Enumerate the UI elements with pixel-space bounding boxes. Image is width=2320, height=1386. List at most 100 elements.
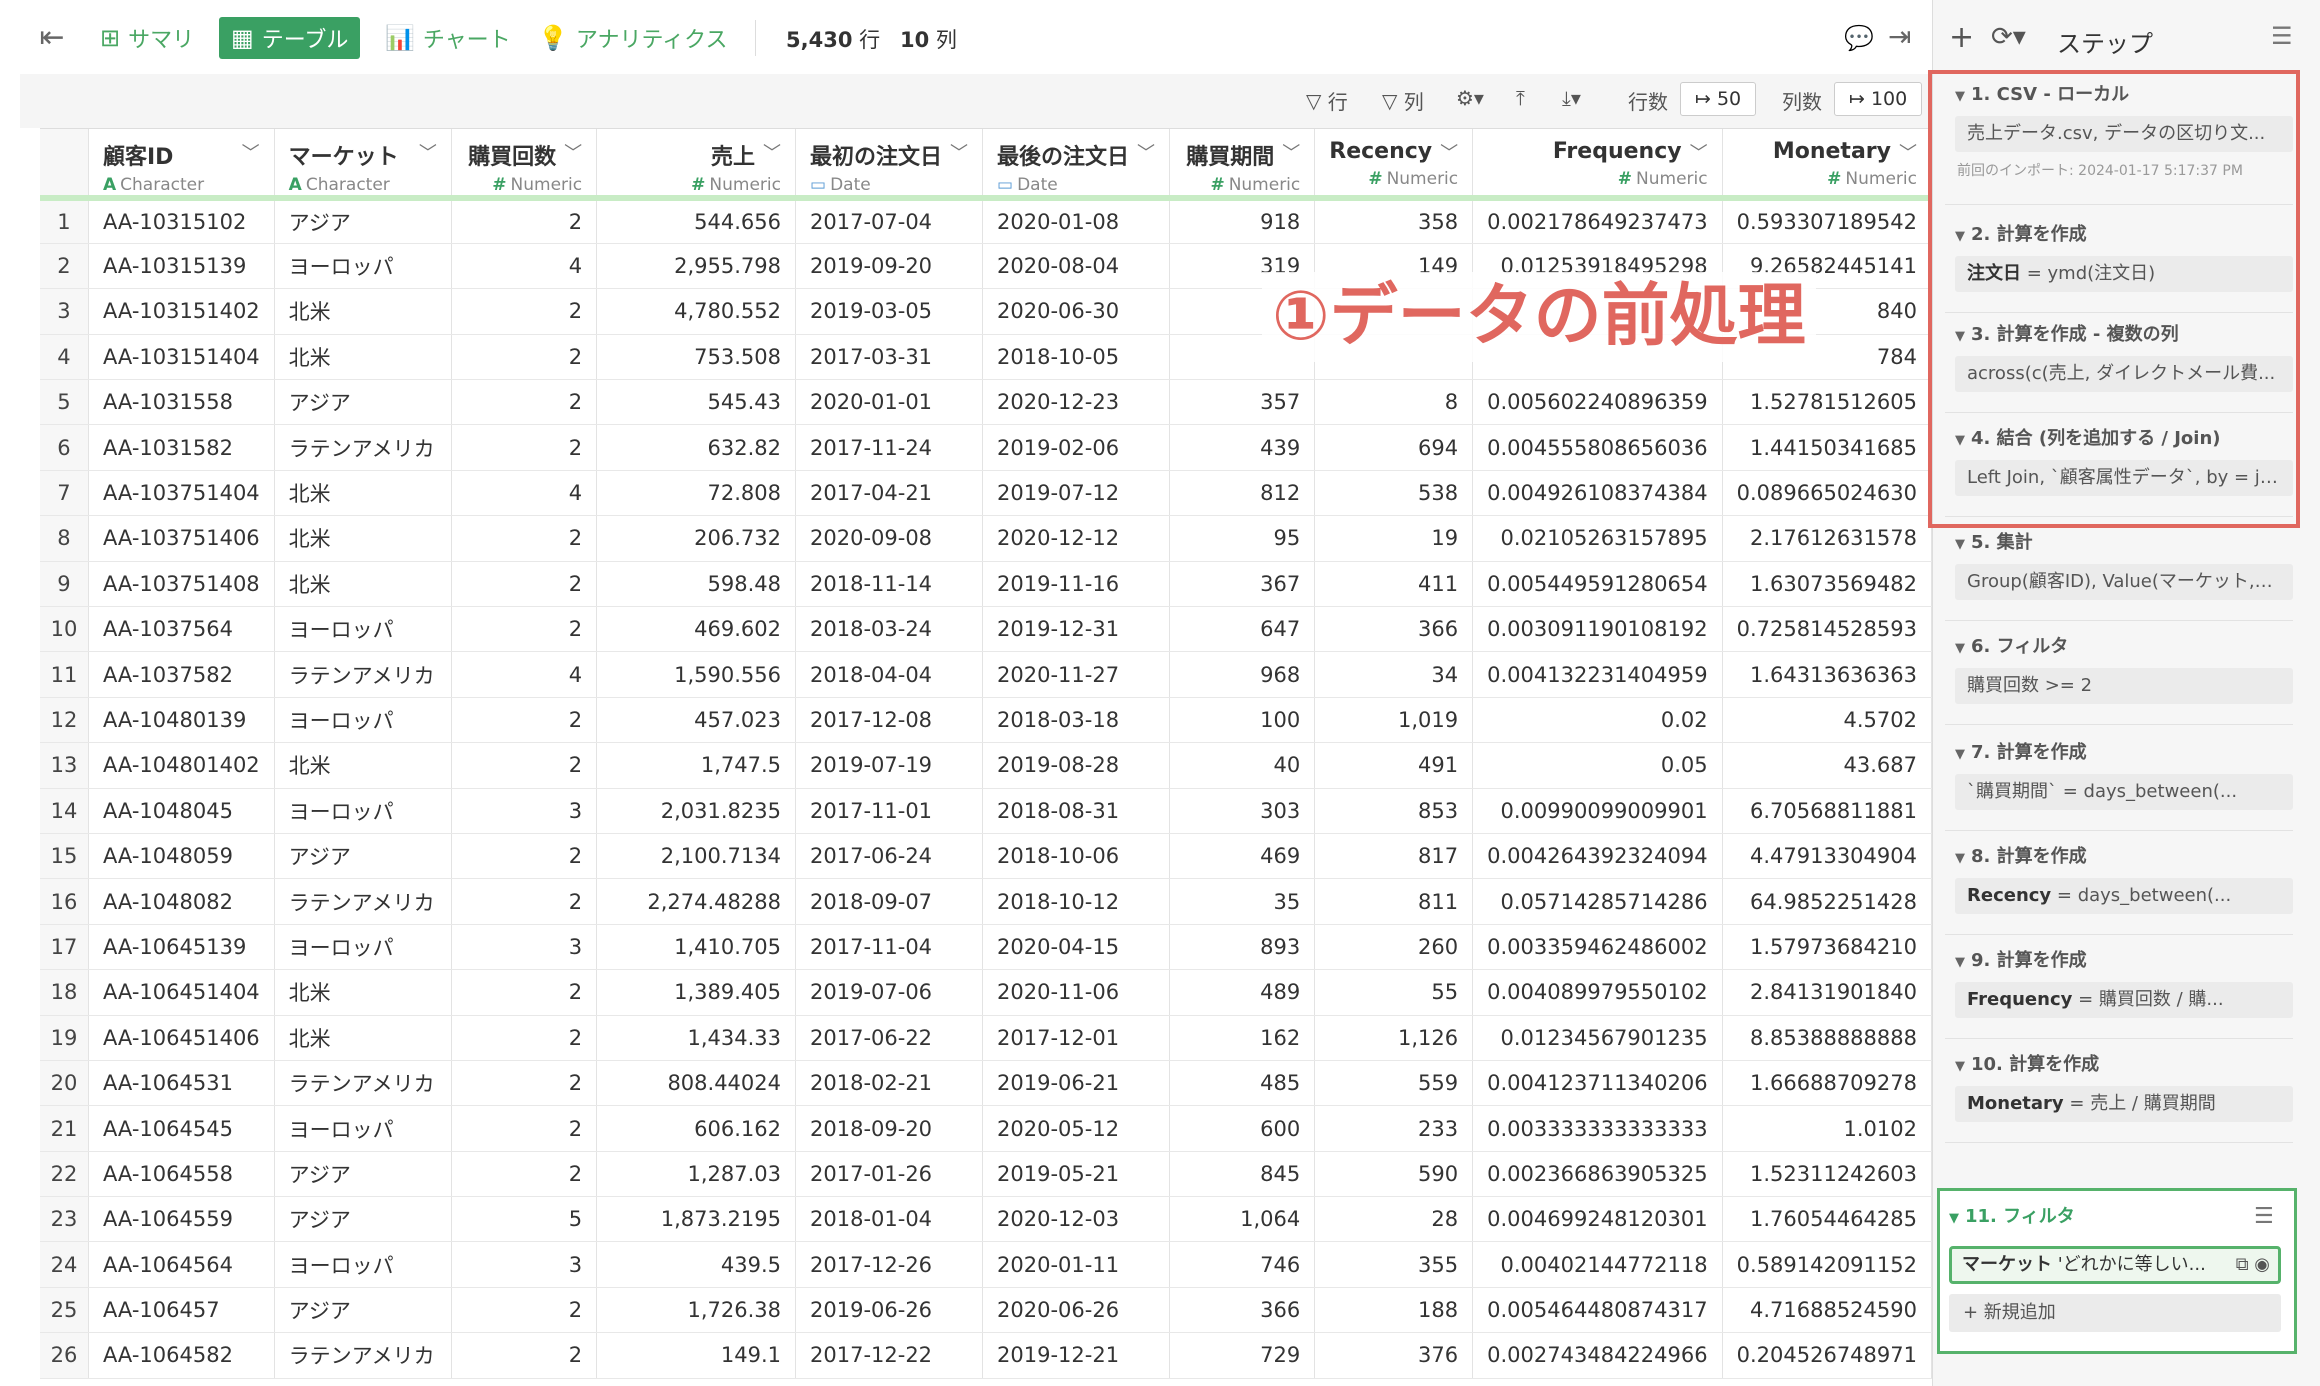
- table-cell[interactable]: 559: [1314, 1060, 1474, 1107]
- table-cell[interactable]: 2017-07-04: [795, 198, 984, 244]
- table-cell[interactable]: 1,590.556: [596, 651, 796, 698]
- chevron-down-icon[interactable]: ﹀: [1690, 139, 1708, 165]
- table-cell[interactable]: 2020-06-30: [982, 288, 1171, 335]
- table-cell[interactable]: 968: [1169, 651, 1316, 698]
- table-cell[interactable]: 366: [1169, 1287, 1316, 1334]
- table-cell[interactable]: 2: [451, 742, 598, 789]
- table-cell[interactable]: 北米: [274, 561, 452, 608]
- table-cell[interactable]: 2: [451, 969, 598, 1016]
- step-summary[interactable]: Frequency = 購買回数 / 購...: [1955, 982, 2293, 1018]
- table-cell[interactable]: 2019-07-19: [795, 742, 984, 789]
- table-cell[interactable]: 0.004089979550102: [1472, 969, 1723, 1016]
- table-cell[interactable]: 3: [451, 924, 598, 971]
- table-cell[interactable]: 2018-11-14: [795, 561, 984, 608]
- table-cell[interactable]: 2020-01-08: [982, 198, 1171, 244]
- table-cell[interactable]: AA-106451404: [88, 969, 275, 1016]
- table-cell[interactable]: 1.57973684210: [1722, 924, 1932, 971]
- table-cell[interactable]: 303: [1169, 788, 1316, 834]
- table-cell[interactable]: 0.004555808656036: [1472, 424, 1723, 471]
- table-cell[interactable]: 1,287.03: [596, 1151, 796, 1198]
- table-cell[interactable]: 489: [1169, 969, 1316, 1016]
- hamburger-menu-icon[interactable]: ☰: [2254, 1204, 2274, 1229]
- table-cell[interactable]: 北米: [274, 470, 452, 517]
- table-cell[interactable]: 2020-09-08: [795, 515, 984, 562]
- table-cell[interactable]: AA-106457: [88, 1287, 275, 1334]
- table-cell[interactable]: 1.76054464285: [1722, 1196, 1932, 1243]
- table-cell[interactable]: 100: [1169, 697, 1316, 744]
- table-cell[interactable]: 0.00990099009901: [1472, 788, 1723, 834]
- table-row[interactable]: 25 AA-106457 アジア 2 1,726.38 2019-06-26 2020-06…: [40, 1287, 1932, 1334]
- step-item[interactable]: ▼ 6. フィルタ 購買回数 >= 2: [1945, 632, 2303, 704]
- column-header[interactable]: Monetary ﹀ # Numeric: [1722, 129, 1932, 201]
- table-cell[interactable]: 694: [1314, 424, 1474, 471]
- table-row[interactable]: 17 AA-10645139 ヨーロッパ 3 1,410.705 2017-11-04 20…: [40, 924, 1932, 971]
- table-cell[interactable]: 0.05: [1472, 742, 1723, 789]
- table-cell[interactable]: 491: [1314, 742, 1474, 789]
- table-cell[interactable]: 457.023: [596, 697, 796, 744]
- table-cell[interactable]: 0.004926108374384: [1472, 470, 1723, 517]
- table-cell[interactable]: 北米: [274, 515, 452, 562]
- table-cell[interactable]: 2018-10-06: [982, 833, 1171, 880]
- table-row[interactable]: 20 AA-1064531 ラテンアメリカ 2 808.44024 2018-02-21 2…: [40, 1060, 1932, 1107]
- table-row[interactable]: 13 AA-104801402 北米 2 1,747.5 2019-07-19 2019-0…: [40, 742, 1932, 789]
- table-cell[interactable]: 2018-01-04: [795, 1196, 984, 1243]
- table-cell[interactable]: ヨーロッパ: [274, 788, 452, 834]
- step-item[interactable]: ▼ 9. 計算を作成 Frequency = 購買回数 / 購...: [1945, 946, 2303, 1018]
- table-cell[interactable]: 893: [1169, 924, 1316, 971]
- table-cell[interactable]: ヨーロッパ: [274, 243, 452, 290]
- table-cell[interactable]: AA-1064558: [88, 1151, 275, 1198]
- step-title[interactable]: ▼ 6. フィルタ: [1945, 632, 2303, 658]
- add-condition-button[interactable]: + 新規追加: [1949, 1294, 2281, 1332]
- table-cell[interactable]: 358: [1314, 198, 1474, 244]
- table-row[interactable]: 5 AA-1031558 アジア 2 545.43 2020-01-01 2020-12-2…: [40, 379, 1932, 426]
- table-row[interactable]: 22 AA-1064558 アジア 2 1,287.03 2017-01-26 2019-0…: [40, 1151, 1932, 1198]
- column-header[interactable]: Recency ﹀ # Numeric: [1314, 129, 1474, 201]
- table-cell[interactable]: 367: [1169, 561, 1316, 608]
- table-cell[interactable]: 2: [451, 198, 598, 244]
- chevron-down-icon[interactable]: ﹀: [419, 139, 437, 171]
- table-cell[interactable]: 2: [451, 1287, 598, 1334]
- add-step-icon[interactable]: +: [1949, 20, 1974, 55]
- table-cell[interactable]: 355: [1314, 1241, 1474, 1288]
- table-cell[interactable]: 2020-12-23: [982, 379, 1171, 426]
- table-cell[interactable]: 2020-12-12: [982, 515, 1171, 562]
- table-cell[interactable]: 2020-05-12: [982, 1105, 1171, 1152]
- table-cell[interactable]: 0.003091190108192: [1472, 606, 1723, 653]
- table-cell[interactable]: ヨーロッパ: [274, 1105, 452, 1152]
- table-cell[interactable]: AA-1064531: [88, 1060, 275, 1107]
- table-cell[interactable]: AA-106451406: [88, 1015, 275, 1061]
- table-row[interactable]: 15 AA-1048059 アジア 2 2,100.7134 2017-06-24 2018…: [40, 833, 1932, 880]
- table-cell[interactable]: 753.508: [596, 334, 796, 381]
- refresh-icon[interactable]: ⟳▾: [1991, 22, 2026, 52]
- table-cell[interactable]: 469: [1169, 833, 1316, 880]
- table-cell[interactable]: 2020-06-26: [982, 1287, 1171, 1334]
- table-cell[interactable]: 2: [451, 697, 598, 744]
- table-cell[interactable]: 0.204526748971: [1722, 1332, 1932, 1379]
- table-cell[interactable]: 812: [1169, 470, 1316, 517]
- table-cell[interactable]: 72.808: [596, 470, 796, 517]
- table-cell[interactable]: ラテンアメリカ: [274, 424, 452, 471]
- table-cell[interactable]: AA-10480139: [88, 697, 275, 744]
- table-cell[interactable]: 2017-11-24: [795, 424, 984, 471]
- table-cell[interactable]: ヨーロッパ: [274, 1241, 452, 1288]
- table-cell[interactable]: 2: [451, 606, 598, 653]
- table-cell[interactable]: AA-103751406: [88, 515, 275, 562]
- table-cell[interactable]: 544.656: [596, 198, 796, 244]
- table-cell[interactable]: 2,100.7134: [596, 833, 796, 880]
- table-cell[interactable]: 北米: [274, 288, 452, 335]
- table-cell[interactable]: 439.5: [596, 1241, 796, 1288]
- table-cell[interactable]: 2017-06-22: [795, 1015, 984, 1061]
- table-cell[interactable]: AA-1064582: [88, 1332, 275, 1379]
- table-cell[interactable]: 2019-07-12: [982, 470, 1171, 517]
- table-row[interactable]: 19 AA-106451406 北米 2 1,434.33 2017-06-22 2017-…: [40, 1015, 1932, 1061]
- table-cell[interactable]: 0.002366863905325: [1472, 1151, 1723, 1198]
- table-cell[interactable]: 469.602: [596, 606, 796, 653]
- table-cell[interactable]: 260: [1314, 924, 1474, 971]
- column-header[interactable]: 最後の注文日 ﹀ ▭ Date: [982, 129, 1171, 201]
- step-summary[interactable]: Group(顧客ID), Value(マーケット,注...: [1955, 564, 2293, 600]
- table-cell[interactable]: 606.162: [596, 1105, 796, 1152]
- table-cell[interactable]: 2017-01-26: [795, 1151, 984, 1198]
- table-cell[interactable]: 0.005464480874317: [1472, 1287, 1723, 1334]
- table-cell[interactable]: 2: [451, 833, 598, 880]
- active-step-title[interactable]: ▼ 11. フィルタ: [1949, 1202, 2075, 1228]
